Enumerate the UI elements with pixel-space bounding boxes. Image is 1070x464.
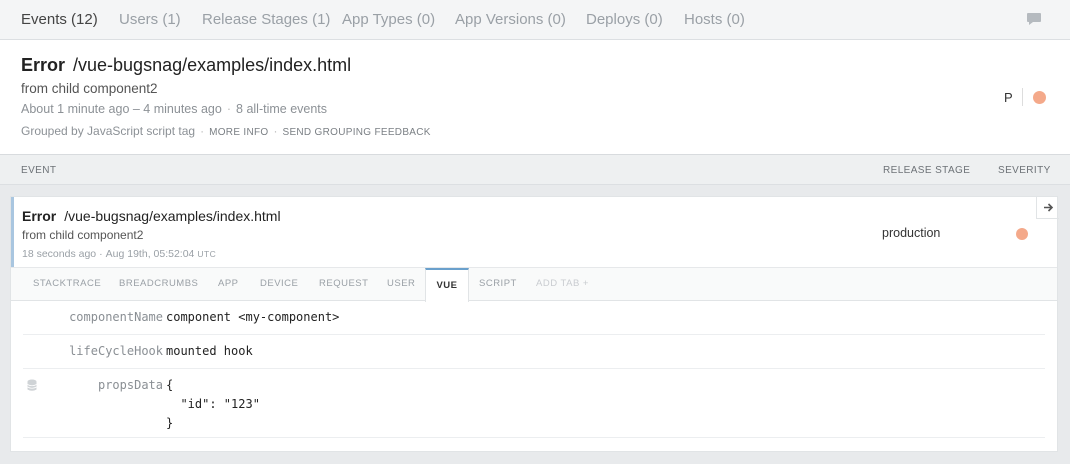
event-message: from child component2 [22,228,144,242]
top-nav: Events (12) Users (1) Release Stages (1)… [0,0,1070,40]
event-title[interactable]: Error/vue-bugsnag/examples/index.html [22,208,281,224]
error-header: Error/vue-bugsnag/examples/index.html fr… [0,40,1070,155]
tab-user[interactable]: USER [387,268,415,301]
arrow-right-icon [1043,203,1053,212]
event-meta: 18 seconds ago · Aug 19th, 05:52:04 UTC [22,248,217,260]
tab-breadcrumbs[interactable]: BREADCRUMBS [119,268,198,301]
column-severity: SEVERITY [998,165,1051,176]
divider [1022,88,1023,106]
tab-app-versions[interactable]: App Versions (0) [455,11,566,28]
event-relative-time: 18 seconds ago [22,248,97,260]
tab-hosts[interactable]: Hosts (0) [684,11,745,28]
event-list-header: EVENT RELEASE STAGE SEVERITY [0,155,1070,185]
event-timestamp: Aug 19th, 05:52:04 [105,248,195,260]
event-release-stage: production [882,226,941,240]
chat-bubble-icon[interactable] [1026,12,1042,26]
vue-value: mounted hook [166,344,253,358]
vue-value: { "id": "123" } [166,378,260,430]
event-class: Error [22,208,57,224]
event-severity-indicator [1016,228,1028,240]
add-tab-button[interactable]: ADD TAB + [536,268,589,301]
grouping-info: Grouped by JavaScript script tag · MORE IN… [21,124,431,138]
tab-device[interactable]: DEVICE [260,268,298,301]
user-avatar[interactable]: P [1004,90,1013,105]
tab-stacktrace[interactable]: STACKTRACE [33,268,101,301]
vue-value: component <my-component> [166,310,340,324]
event-card: Error/vue-bugsnag/examples/index.html fr… [10,196,1059,452]
tab-script[interactable]: SCRIPT [479,268,517,301]
event-timezone: UTC [197,249,217,259]
tab-deploys[interactable]: Deploys (0) [586,11,663,28]
tab-users[interactable]: Users (1) [119,11,181,28]
database-icon[interactable] [27,379,37,392]
error-title: Error/vue-bugsnag/examples/index.html [21,55,351,76]
tab-events[interactable]: Events (12) [21,11,98,28]
error-message: from child component2 [21,81,158,96]
vue-row-component-name: componentName component <my-component> [23,301,1045,335]
vue-row-props-data: propsData { "id": "123" } [23,369,1045,438]
event-location: /vue-bugsnag/examples/index.html [64,208,281,224]
tab-release-stages[interactable]: Release Stages (1) [202,11,330,28]
error-meta: About 1 minute ago – 4 minutes ago · 8 all… [21,102,328,116]
tab-app-types[interactable]: App Types (0) [342,11,435,28]
vue-key: propsData [97,378,163,392]
event-tabs: STACKTRACE BREADCRUMBS APP DEVICE REQUES… [11,267,1057,302]
column-release-stage: RELEASE STAGE [883,165,971,176]
open-event-button[interactable] [1036,197,1059,219]
vue-row-lifecycle-hook: lifeCycleHook mounted hook [23,335,1045,369]
more-info-link[interactable]: MORE INFO [209,127,268,138]
error-location: /vue-bugsnag/examples/index.html [73,55,352,75]
severity-indicator [1033,91,1046,104]
event-accent-bar [11,197,14,267]
grouping-feedback-link[interactable]: SEND GROUPING FEEDBACK [282,127,430,138]
error-class: Error [21,55,66,75]
grouping-reason: Grouped by JavaScript script tag [21,124,196,138]
error-time-range: About 1 minute ago – 4 minutes ago [21,102,222,116]
error-event-count: 8 all-time events [236,102,328,116]
vue-key: lifeCycleHook [69,344,163,358]
vue-key: componentName [69,310,163,324]
tab-request[interactable]: REQUEST [319,268,368,301]
tab-vue[interactable]: VUE [425,268,469,302]
tab-app[interactable]: APP [218,268,239,301]
column-event: EVENT [21,165,57,176]
